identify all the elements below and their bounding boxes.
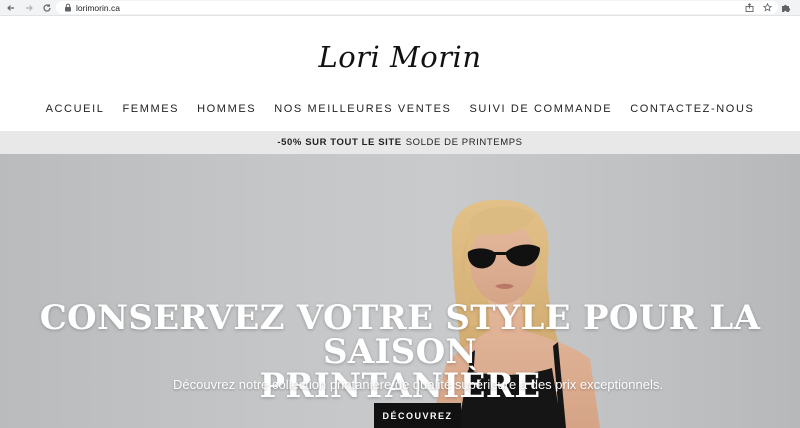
nav-item-femmes[interactable]: FEMMES [122, 103, 179, 115]
url-text[interactable]: lorimorin.ca [76, 3, 120, 13]
hero-title-line1: CONSERVEZ VOTRE STYLE POUR LA SAISON [39, 298, 761, 372]
nav-item-suivi-commande[interactable]: SUIVI DE COMMANDE [469, 103, 612, 115]
extensions-icon[interactable] [780, 2, 792, 14]
star-icon[interactable] [762, 3, 772, 13]
lock-icon[interactable] [62, 2, 74, 14]
hero-subtitle: Découvrez notre collection printanière d… [173, 377, 663, 392]
announcement-bar: -50% SUR TOUT LE SITE SOLDE DE PRINTEMPS [0, 131, 800, 154]
hero-banner: CONSERVEZ VOTRE STYLE POUR LA SAISON PRI… [0, 154, 800, 428]
forward-arrow-icon[interactable] [22, 1, 36, 15]
nav-item-meilleures-ventes[interactable]: NOS MEILLEURES VENTES [274, 103, 451, 115]
announcement-highlight: -50% SUR TOUT LE SITE [277, 137, 402, 148]
reload-icon[interactable] [40, 1, 54, 15]
nav-item-accueil[interactable]: ACCUEIL [46, 103, 105, 115]
main-navigation: ACCUEIL FEMMES HOMMES NOS MEILLEURES VEN… [0, 103, 800, 115]
nav-item-hommes[interactable]: HOMMES [197, 103, 256, 115]
share-icon[interactable] [744, 3, 754, 13]
address-bar[interactable]: lorimorin.ca [56, 1, 778, 14]
announcement-text: SOLDE DE PRINTEMPS [405, 137, 523, 148]
site-header: Lori Morin ACCUEIL FEMMES HOMMES NOS MEI… [0, 16, 800, 131]
browser-toolbar: lorimorin.ca [0, 0, 800, 16]
discover-button[interactable]: DÉCOUVREZ [374, 403, 461, 428]
nav-item-contact[interactable]: CONTACTEZ-NOUS [630, 103, 754, 115]
site-logo[interactable]: Lori Morin [0, 40, 800, 74]
back-arrow-icon[interactable] [4, 1, 18, 15]
